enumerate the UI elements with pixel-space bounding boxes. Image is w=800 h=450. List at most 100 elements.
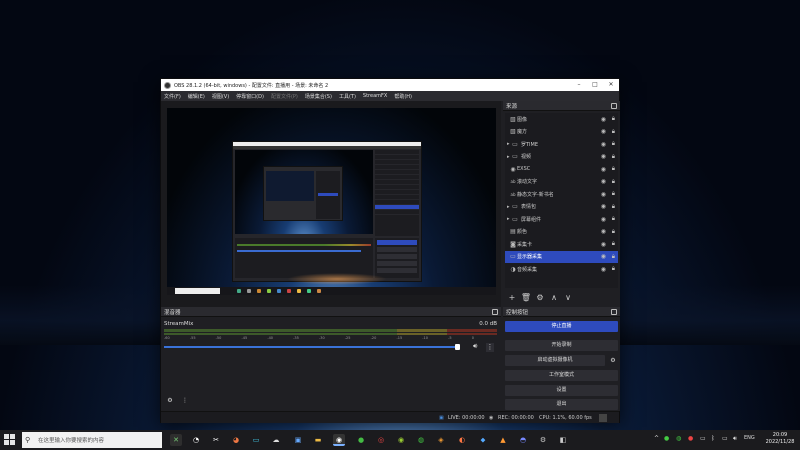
- taskbar-clock[interactable]: 20:09 2022/11/28: [760, 432, 800, 446]
- source-item[interactable]: ▤ 颜色 ◉ 🔒︎: [505, 226, 618, 239]
- source-item[interactable]: ab 滚动文字 ◉ 🔒︎: [505, 176, 618, 189]
- tray-bluetooth-icon[interactable]: ᛒ: [711, 435, 715, 442]
- menu-view[interactable]: 视图(V): [212, 93, 229, 100]
- title-bar[interactable]: OBS 28.1.2 (64-bit, windows) - 配置文件: 直播用…: [161, 79, 619, 91]
- app-blue-icon[interactable]: ⬥: [477, 434, 489, 446]
- move-down-button[interactable]: ∨: [561, 293, 575, 302]
- source-item[interactable]: ▧ 图像 ◉ 🔒︎: [505, 113, 618, 126]
- advanced-audio-icon[interactable]: ⚙: [164, 395, 176, 407]
- app-green-icon[interactable]: ●: [355, 434, 367, 446]
- undock-icon[interactable]: [492, 309, 498, 315]
- source-item[interactable]: ▧ 魔方 ◉ 🔒︎: [505, 126, 618, 139]
- lock-icon[interactable]: 🔒︎: [612, 115, 615, 123]
- lock-icon[interactable]: 🔒︎: [612, 190, 615, 198]
- menu-streamfx[interactable]: StreamFX: [363, 93, 387, 99]
- app-gray-icon[interactable]: ◧: [557, 434, 569, 446]
- lock-icon[interactable]: 🔒︎: [612, 128, 615, 136]
- source-item[interactable]: ◑ 音频采集 ◉ 🔒︎: [505, 263, 618, 276]
- visibility-eye-icon[interactable]: ◉: [601, 141, 606, 148]
- visibility-eye-icon[interactable]: ◉: [601, 216, 606, 223]
- visibility-eye-icon[interactable]: ◉: [601, 228, 606, 235]
- visibility-eye-icon[interactable]: ◉: [601, 266, 606, 273]
- volume-slider-handle[interactable]: [455, 344, 460, 350]
- volume-icon[interactable]: 🔊︎: [733, 435, 737, 443]
- network-icon[interactable]: ▭: [722, 435, 728, 442]
- tray-expand-icon[interactable]: ^: [654, 435, 659, 442]
- discord-icon[interactable]: ◓: [517, 434, 529, 446]
- preview-canvas[interactable]: [167, 108, 496, 295]
- start-recording-button[interactable]: 开始录制: [505, 340, 618, 351]
- obs-taskbar-icon[interactable]: ◉: [333, 434, 345, 446]
- tray-app-icon[interactable]: ●: [664, 435, 669, 442]
- app-lime-icon[interactable]: ◉: [395, 434, 407, 446]
- source-item[interactable]: ◙ 采集卡 ◉ 🔒︎: [505, 238, 618, 251]
- resize-grip-icon[interactable]: [599, 414, 607, 422]
- menu-profile[interactable]: 配置文件(P): [271, 93, 298, 100]
- maximize-button[interactable]: □: [587, 79, 603, 91]
- stop-streaming-button[interactable]: 停止直播: [505, 321, 618, 332]
- language-indicator[interactable]: ENG: [744, 435, 755, 441]
- visibility-eye-icon[interactable]: ◉: [601, 241, 606, 248]
- settings-taskbar-icon[interactable]: ⚙: [537, 434, 549, 446]
- wechat-icon[interactable]: ◍: [415, 434, 427, 446]
- app-orange-icon[interactable]: ◈: [435, 434, 447, 446]
- tray-monitor-icon[interactable]: ▭: [700, 435, 706, 442]
- virtual-camera-settings-icon[interactable]: ⚙: [608, 355, 618, 366]
- speaker-icon[interactable]: 🔊︎: [473, 342, 477, 351]
- menu-tools[interactable]: 工具(T): [339, 93, 356, 100]
- menu-file[interactable]: 文件(F): [164, 93, 181, 100]
- source-item[interactable]: ◉ EXSC ◉ 🔒︎: [505, 163, 618, 176]
- menu-edit[interactable]: 编辑(E): [188, 93, 205, 100]
- close-button[interactable]: ✕: [603, 79, 619, 91]
- visibility-eye-icon[interactable]: ◉: [601, 128, 606, 135]
- app-flame-icon[interactable]: ▲: [497, 434, 509, 446]
- source-properties-button[interactable]: ⚙: [533, 293, 547, 302]
- lock-icon[interactable]: 🔒︎: [612, 165, 615, 173]
- visibility-eye-icon[interactable]: ◉: [601, 166, 606, 173]
- visibility-eye-icon[interactable]: ◉: [601, 178, 606, 185]
- volume-slider[interactable]: [164, 346, 457, 348]
- taskbar-search[interactable]: ⚲ 在这里输入你要搜索的内容: [22, 432, 162, 448]
- expand-caret-icon[interactable]: ▸: [507, 154, 510, 160]
- source-item[interactable]: ▸ ▭ 表情包 ◉ 🔒︎: [505, 201, 618, 214]
- windows-start-button[interactable]: [4, 434, 16, 446]
- lock-icon[interactable]: 🔒︎: [612, 215, 615, 223]
- expand-caret-icon[interactable]: ▸: [507, 216, 510, 222]
- app-icon[interactable]: ◔: [190, 434, 202, 446]
- expand-caret-icon[interactable]: ▸: [507, 141, 510, 147]
- visibility-eye-icon[interactable]: ◉: [601, 253, 606, 260]
- lock-icon[interactable]: 🔒︎: [612, 240, 615, 248]
- lock-icon[interactable]: 🔒︎: [612, 265, 615, 273]
- source-item[interactable]: ab 静态文字-新书名 ◉ 🔒︎: [505, 188, 618, 201]
- tray-red-icon[interactable]: ●: [688, 435, 693, 442]
- minimize-button[interactable]: –: [571, 79, 587, 91]
- source-item[interactable]: ▸ ▭ 视频 ◉ 🔒︎: [505, 151, 618, 164]
- capcut-icon[interactable]: ✂: [210, 434, 222, 446]
- visibility-eye-icon[interactable]: ◉: [601, 191, 606, 198]
- menu-scene-collection[interactable]: 场景集合(S): [305, 93, 332, 100]
- studio-mode-button[interactable]: 工作室模式: [505, 370, 618, 381]
- more-options-icon[interactable]: ⋮: [486, 343, 494, 352]
- move-up-button[interactable]: ∧: [547, 293, 561, 302]
- file-explorer-icon[interactable]: ▬: [312, 434, 324, 446]
- start-virtual-camera-button[interactable]: 启动虚拟摄像机: [505, 355, 605, 366]
- remove-source-button[interactable]: 🗑: [519, 293, 533, 302]
- tray-wechat-icon[interactable]: ◍: [676, 435, 681, 442]
- cloud-icon[interactable]: ☁: [270, 434, 282, 446]
- lock-icon[interactable]: 🔒︎: [612, 228, 615, 236]
- mixer-menu-icon[interactable]: ⋮: [179, 395, 191, 407]
- visibility-eye-icon[interactable]: ◉: [601, 203, 606, 210]
- exit-button[interactable]: 退出: [505, 399, 618, 410]
- lock-icon[interactable]: 🔒︎: [612, 178, 615, 186]
- source-item[interactable]: ▭ 显示器采集 ◉ 🔒︎: [505, 250, 618, 263]
- lock-icon[interactable]: 🔒︎: [612, 203, 615, 211]
- blender-icon[interactable]: ◕: [230, 434, 242, 446]
- menu-help[interactable]: 帮助(H): [394, 93, 412, 100]
- app-red-icon[interactable]: ◐: [456, 434, 468, 446]
- settings-button[interactable]: 设置: [505, 385, 618, 396]
- lock-icon[interactable]: 🔒︎: [612, 253, 615, 261]
- add-source-button[interactable]: +: [505, 293, 519, 302]
- xbox-icon[interactable]: ✕: [170, 434, 182, 446]
- expand-caret-icon[interactable]: ▸: [507, 204, 510, 210]
- lock-icon[interactable]: 🔒︎: [612, 153, 615, 161]
